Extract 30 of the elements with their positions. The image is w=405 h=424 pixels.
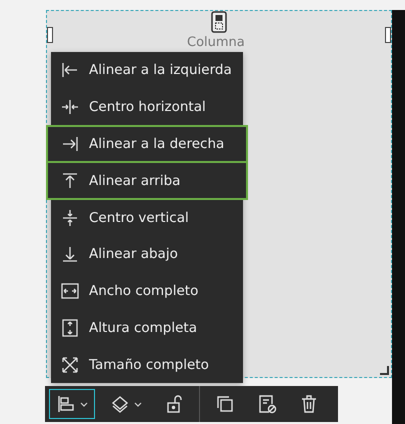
center-horizontal-icon <box>61 98 79 116</box>
full-size-icon <box>61 356 79 374</box>
align-right-icon <box>61 134 79 153</box>
menu-item[interactable]: Centro vertical <box>51 199 243 236</box>
align-top-icon <box>61 172 79 190</box>
full-height-icon <box>61 318 79 337</box>
menu-item[interactable]: Centro horizontal <box>51 88 243 126</box>
caret-icon <box>80 402 88 406</box>
menu-item[interactable]: Ancho completo <box>51 272 243 310</box>
resize-handle[interactable] <box>385 27 391 43</box>
trash-icon <box>299 394 319 414</box>
menu-item[interactable]: Tamaño completo <box>51 346 243 384</box>
menu-item[interactable]: Altura completa <box>51 310 243 346</box>
align-icon <box>56 394 76 414</box>
menu-item[interactable]: Alinear abajo <box>51 236 243 273</box>
menu-item[interactable]: Alinear arriba <box>47 162 247 200</box>
menu-item[interactable]: Alinear a la izquierda <box>51 52 243 89</box>
column-label: Columna <box>187 35 245 50</box>
align-bottom-icon <box>61 245 79 264</box>
menu-item[interactable]: Alinear a la derecha <box>47 126 247 162</box>
caret-icon <box>134 402 142 406</box>
layers-icon <box>110 394 130 414</box>
corner-handle[interactable] <box>379 365 389 375</box>
full-width-icon <box>61 282 79 300</box>
resize-handle[interactable] <box>47 27 53 43</box>
align-left-icon <box>61 61 79 80</box>
align-button[interactable] <box>49 389 95 419</box>
edit-off-icon <box>257 394 277 414</box>
copy-icon <box>215 394 235 414</box>
center-vertical-icon <box>61 208 79 227</box>
